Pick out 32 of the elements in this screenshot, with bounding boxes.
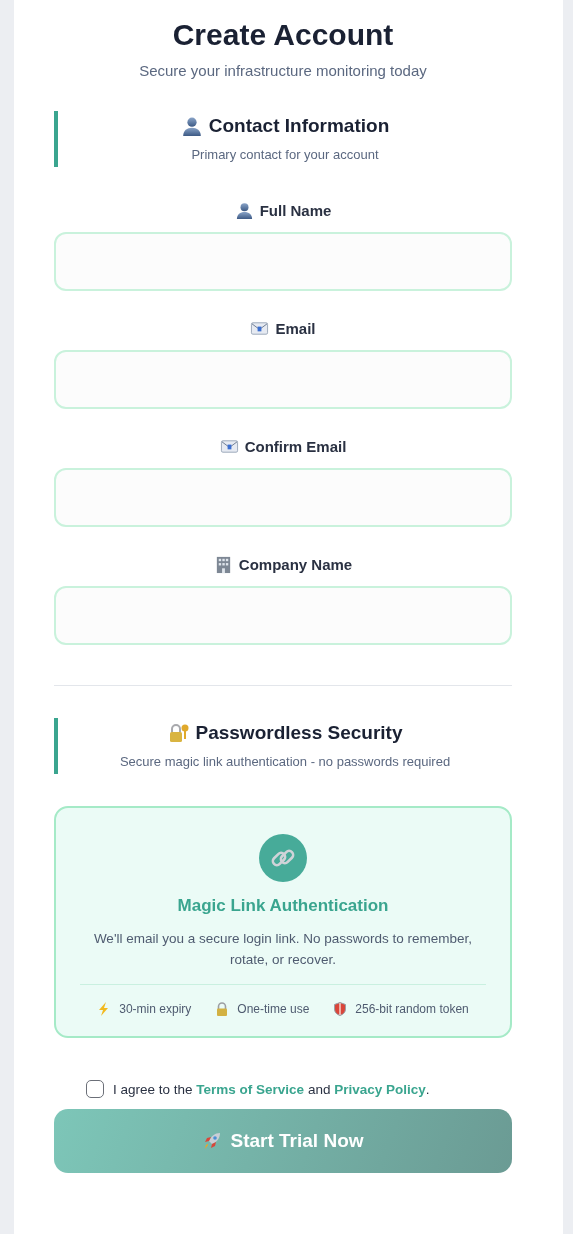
page-title: Create Account — [171, 18, 395, 52]
card-description: We'll email you a secure login link. No passwords to remember, rotate, or recover. — [92, 930, 474, 969]
envelope-icon — [219, 437, 239, 456]
policy-link[interactable]: Terms of Service — [196, 1081, 305, 1097]
field-label: Confirm Email — [244, 438, 347, 455]
card-title: Magic Link Authentication — [177, 896, 389, 916]
lock-key-icon — [167, 721, 190, 744]
field-label: Full Name — [259, 202, 332, 219]
checkbox[interactable] — [86, 1080, 104, 1098]
envelope-icon — [250, 319, 270, 338]
start-trial-button[interactable]: Start Trial Now — [54, 1109, 512, 1173]
input-field[interactable] — [54, 350, 512, 409]
feature-text: 256-bit random token — [355, 1002, 469, 1016]
section-title: Contact Information — [208, 114, 390, 137]
chain-link-icon — [259, 834, 307, 882]
input-field[interactable] — [54, 468, 512, 527]
policy-link[interactable]: Privacy Policy — [334, 1081, 426, 1097]
section-title: Passwordless Security — [195, 721, 403, 744]
field-label: Company Name — [238, 556, 353, 573]
field-label: Email — [275, 320, 316, 337]
feature-text: 30-min expiry — [119, 1002, 192, 1016]
input-field[interactable] — [54, 586, 512, 645]
rocket-icon — [202, 1131, 223, 1151]
person-icon — [234, 201, 254, 220]
section-subtitle: Primary contact for your account — [191, 146, 379, 162]
feature-text: One-time use — [237, 1002, 310, 1016]
page-subtitle: Secure your infrastructure monitoring today — [138, 62, 428, 79]
padlock-icon — [215, 1002, 230, 1016]
section-subtitle: Secure magic link authentication - no passwords required — [119, 753, 451, 769]
input-field[interactable] — [54, 232, 512, 291]
shield-icon — [333, 1002, 348, 1016]
agreement-text: I agree to the Terms of Service and Privacy Policy. — [113, 1081, 430, 1097]
